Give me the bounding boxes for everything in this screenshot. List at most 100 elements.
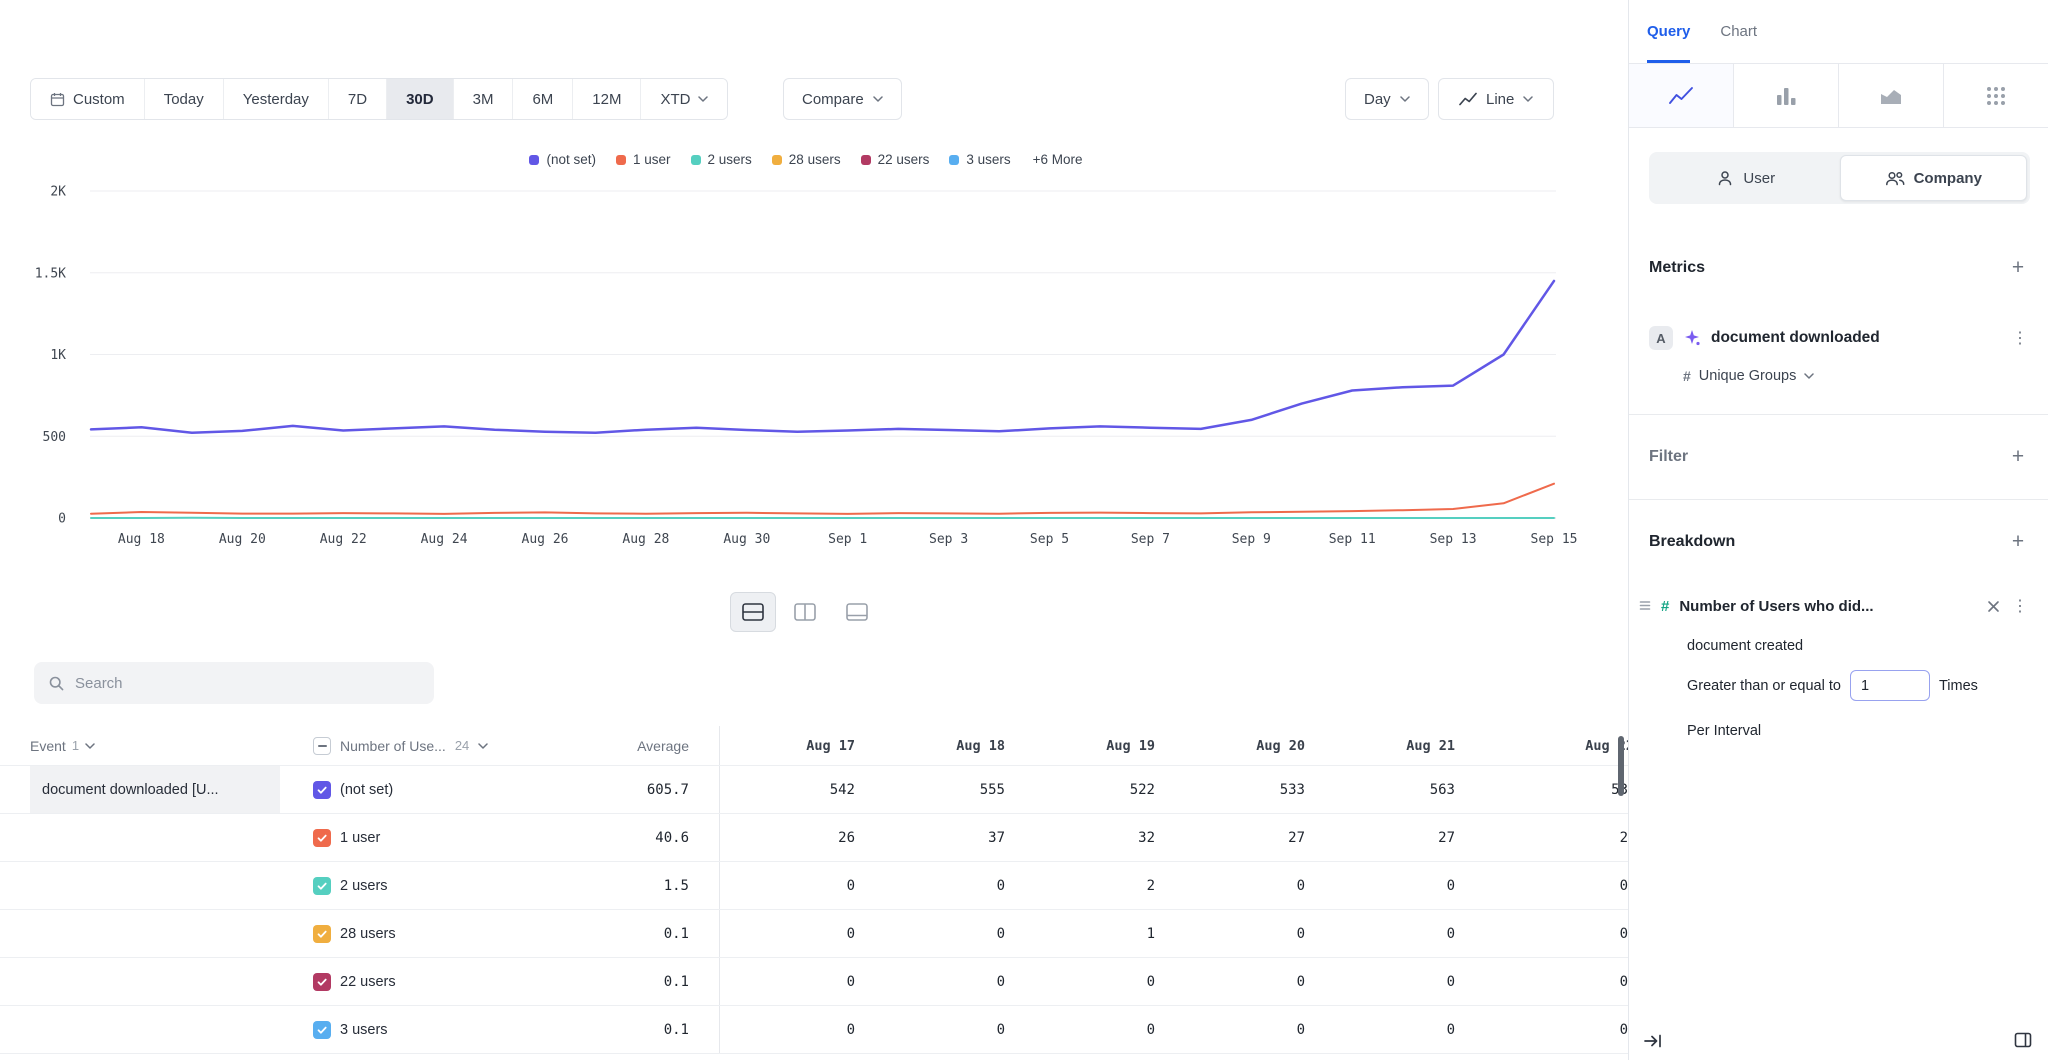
date-column-header[interactable]: Aug 22 — [1455, 738, 1628, 754]
legend-more[interactable]: +6 More — [1033, 152, 1083, 167]
breakdown-title[interactable]: Number of Users who did... — [1679, 598, 1977, 615]
date-column-header[interactable]: Aug 20 — [1155, 738, 1305, 754]
breakdown-event[interactable]: document created — [1661, 638, 2030, 654]
series-label[interactable]: 1 user — [340, 830, 380, 846]
breakdown-menu-icon[interactable]: ⋮ — [2010, 596, 2030, 616]
series-label[interactable]: 28 users — [340, 926, 396, 942]
expand-window-icon[interactable] — [2014, 1032, 2032, 1050]
svg-text:Sep 15: Sep 15 — [1531, 532, 1578, 547]
aggregation-selector[interactable]: # Unique Groups — [1649, 368, 2030, 384]
legend-item[interactable]: 3 users — [949, 152, 1010, 167]
value-cell: 0 — [720, 926, 855, 942]
value-cell: 0 — [855, 878, 1005, 894]
date-column-header[interactable]: Aug 21 — [1305, 738, 1455, 754]
value-cell: 37 — [855, 830, 1005, 846]
series-checkbox[interactable] — [313, 1021, 331, 1039]
tab-query[interactable]: Query — [1647, 0, 1690, 63]
chart-type-grid-tab[interactable] — [1944, 64, 2048, 127]
average-cell: 605.7 — [586, 766, 720, 813]
series-table: Event1Number of Use...24AverageAug 17Aug… — [0, 726, 1628, 1054]
legend-label: 1 user — [633, 152, 671, 167]
metric-item[interactable]: A document downloaded ⋮ — [1649, 326, 2030, 350]
search-input[interactable] — [75, 675, 420, 692]
add-metric-button[interactable]: + — [2006, 256, 2030, 280]
layout-split-horizontal-button[interactable] — [730, 592, 776, 632]
average-column-header[interactable]: Average — [586, 726, 720, 765]
range-today[interactable]: Today — [145, 79, 224, 119]
series-label[interactable]: 22 users — [340, 974, 396, 990]
svg-text:Sep 1: Sep 1 — [828, 532, 867, 547]
value-cell: 27 — [1155, 830, 1305, 846]
legend-item[interactable]: 28 users — [772, 152, 841, 167]
remove-breakdown-icon[interactable] — [1987, 600, 2000, 613]
svg-text:Sep 5: Sep 5 — [1030, 532, 1069, 547]
chart-type-dropdown[interactable]: Line — [1438, 78, 1554, 120]
legend-swatch — [772, 155, 782, 165]
add-breakdown-button[interactable]: + — [2006, 530, 2030, 554]
event-column-header[interactable]: Event1 — [30, 726, 280, 765]
main-content: 05001K1.5K2KAug 18Aug 20Aug 22Aug 24Aug … — [0, 0, 1628, 1060]
value-cell: 0 — [1155, 1022, 1305, 1038]
value-cell: 26 — [720, 830, 855, 846]
toggle-company[interactable]: Company — [1840, 155, 2028, 201]
chart-type-line-tab[interactable] — [1629, 64, 1734, 127]
series-checkbox[interactable] — [313, 781, 331, 799]
legend-item[interactable]: (not set) — [529, 152, 596, 167]
legend-swatch — [861, 155, 871, 165]
search-icon — [48, 675, 65, 692]
select-all-checkbox[interactable] — [313, 737, 331, 755]
series-label[interactable]: 3 users — [340, 1022, 388, 1038]
layout-split-vertical-button[interactable] — [782, 592, 828, 632]
range-6m[interactable]: 6M — [513, 79, 573, 119]
series-checkbox[interactable] — [313, 877, 331, 895]
breakdown-condition-row: Greater than or equal to Times — [1661, 670, 2030, 701]
range-xtd[interactable]: XTD — [641, 79, 727, 119]
value-cell: 53 — [1455, 782, 1628, 798]
legend-item[interactable]: 1 user — [616, 152, 671, 167]
chevron-down-icon — [698, 96, 708, 102]
series-checkbox[interactable] — [313, 973, 331, 991]
range-custom[interactable]: Custom — [31, 79, 145, 119]
date-column-header[interactable]: Aug 18 — [855, 738, 1005, 754]
legend-item[interactable]: 22 users — [861, 152, 930, 167]
per-interval-label[interactable]: Per Interval — [1661, 723, 2030, 739]
metric-menu-icon[interactable]: ⋮ — [2010, 328, 2030, 348]
average-cell: 0.1 — [586, 958, 720, 1005]
metric-event-name[interactable]: document downloaded — [1711, 329, 2000, 347]
collapse-panel-icon[interactable] — [1643, 1032, 1663, 1050]
value-cell: 0 — [1455, 974, 1628, 990]
chart-type-stacked-tab[interactable] — [1839, 64, 1944, 127]
svg-text:Aug 20: Aug 20 — [219, 532, 266, 547]
series-column-header[interactable]: Number of Use...24 — [280, 737, 586, 755]
legend-label: 22 users — [878, 152, 930, 167]
section-divider — [1629, 414, 2048, 415]
value-cell: 0 — [1305, 1022, 1455, 1038]
range-12m[interactable]: 12M — [573, 79, 641, 119]
range-yesterday[interactable]: Yesterday — [224, 79, 329, 119]
add-filter-button[interactable]: + — [2006, 445, 2030, 469]
toggle-user[interactable]: User — [1652, 155, 1840, 201]
layout-bottom-panel-button[interactable] — [834, 592, 880, 632]
tab-chart[interactable]: Chart — [1720, 0, 1757, 63]
chevron-down-icon — [1400, 96, 1410, 102]
event-cell[interactable]: document downloaded [U... — [30, 766, 280, 813]
series-checkbox[interactable] — [313, 829, 331, 847]
svg-text:1K: 1K — [50, 348, 66, 363]
series-checkbox[interactable] — [313, 925, 331, 943]
compare-button[interactable]: Compare — [783, 78, 902, 120]
value-cell: 563 — [1305, 782, 1455, 798]
legend-item[interactable]: 2 users — [691, 152, 752, 167]
chart-type-bar-tab[interactable] — [1734, 64, 1839, 127]
date-column-header[interactable]: Aug 19 — [1005, 738, 1155, 754]
range-30d[interactable]: 30D — [387, 79, 454, 119]
vertical-scrollbar[interactable] — [1618, 736, 1624, 796]
date-column-header[interactable]: Aug 17 — [720, 738, 855, 754]
filter-heading: Filter — [1649, 448, 1688, 466]
interval-dropdown[interactable]: Day — [1345, 78, 1429, 120]
drag-handle-icon[interactable] — [1639, 600, 1651, 611]
series-label[interactable]: 2 users — [340, 878, 388, 894]
range-7d[interactable]: 7D — [329, 79, 387, 119]
series-label[interactable]: (not set) — [340, 782, 393, 798]
threshold-input[interactable] — [1850, 670, 1930, 701]
range-3m[interactable]: 3M — [454, 79, 514, 119]
